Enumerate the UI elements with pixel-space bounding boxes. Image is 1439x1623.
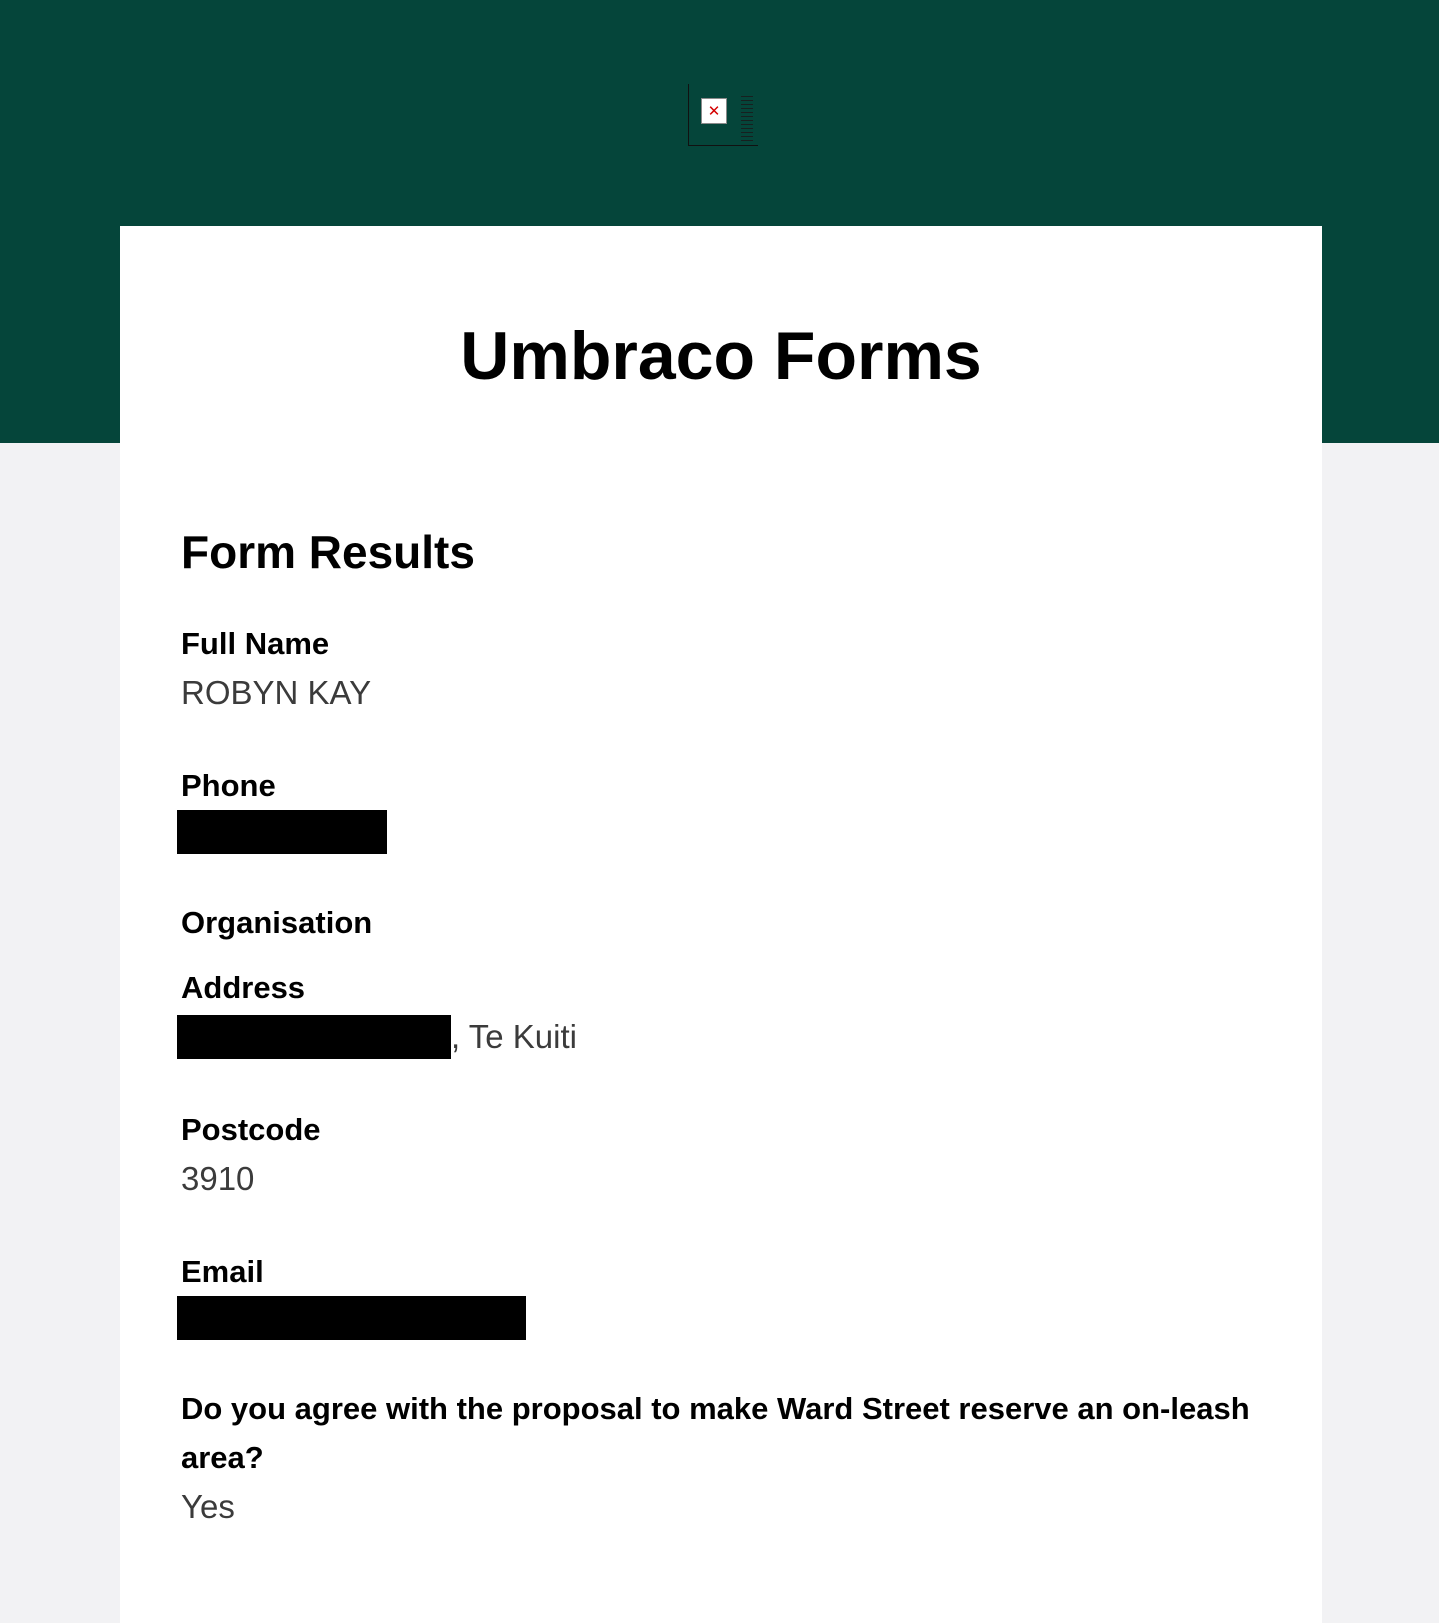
field-value-email — [177, 1296, 1261, 1340]
field-value-postcode: 3910 — [181, 1160, 255, 1197]
field-value-phone — [177, 810, 1261, 854]
logo-alt-text — [741, 96, 753, 144]
field-label-address: Address — [181, 970, 306, 1005]
page-title: Umbraco Forms — [460, 318, 982, 394]
field-phone: Phone — [177, 761, 1261, 854]
field-postcode: Postcode 3910 — [181, 1105, 1261, 1203]
address-suffix: , Te Kuiti — [451, 1018, 577, 1055]
results-content: Form Results Full Name ROBYN KAY Phone O… — [177, 526, 1261, 1575]
logo: ✕ — [688, 84, 758, 146]
field-label-full-name: Full Name — [181, 626, 330, 661]
results-card: Umbraco Forms Form Results Full Name ROB… — [120, 226, 1322, 1623]
field-address: Address , Te Kuiti — [177, 963, 1261, 1061]
field-label-postcode: Postcode — [181, 1112, 321, 1147]
field-value-full-name: ROBYN KAY — [181, 674, 372, 711]
field-full-name: Full Name ROBYN KAY — [181, 619, 1261, 717]
field-label-email: Email — [181, 1254, 264, 1289]
broken-image-icon: ✕ — [701, 98, 727, 124]
redaction-block — [177, 810, 387, 854]
redaction-block — [177, 1296, 526, 1340]
field-value-proposal-agreement: Yes — [181, 1488, 235, 1525]
field-email: Email — [177, 1247, 1261, 1340]
field-value-address: , Te Kuiti — [177, 1012, 1261, 1061]
field-organisation: Organisation — [181, 898, 1261, 947]
section-heading: Form Results — [181, 526, 475, 578]
field-label-organisation: Organisation — [181, 905, 373, 940]
field-proposal-agreement: Do you agree with the proposal to make W… — [181, 1384, 1261, 1531]
field-label-phone: Phone — [181, 768, 276, 803]
redaction-block — [177, 1014, 451, 1059]
field-label-proposal-agreement: Do you agree with the proposal to make W… — [181, 1391, 1250, 1475]
